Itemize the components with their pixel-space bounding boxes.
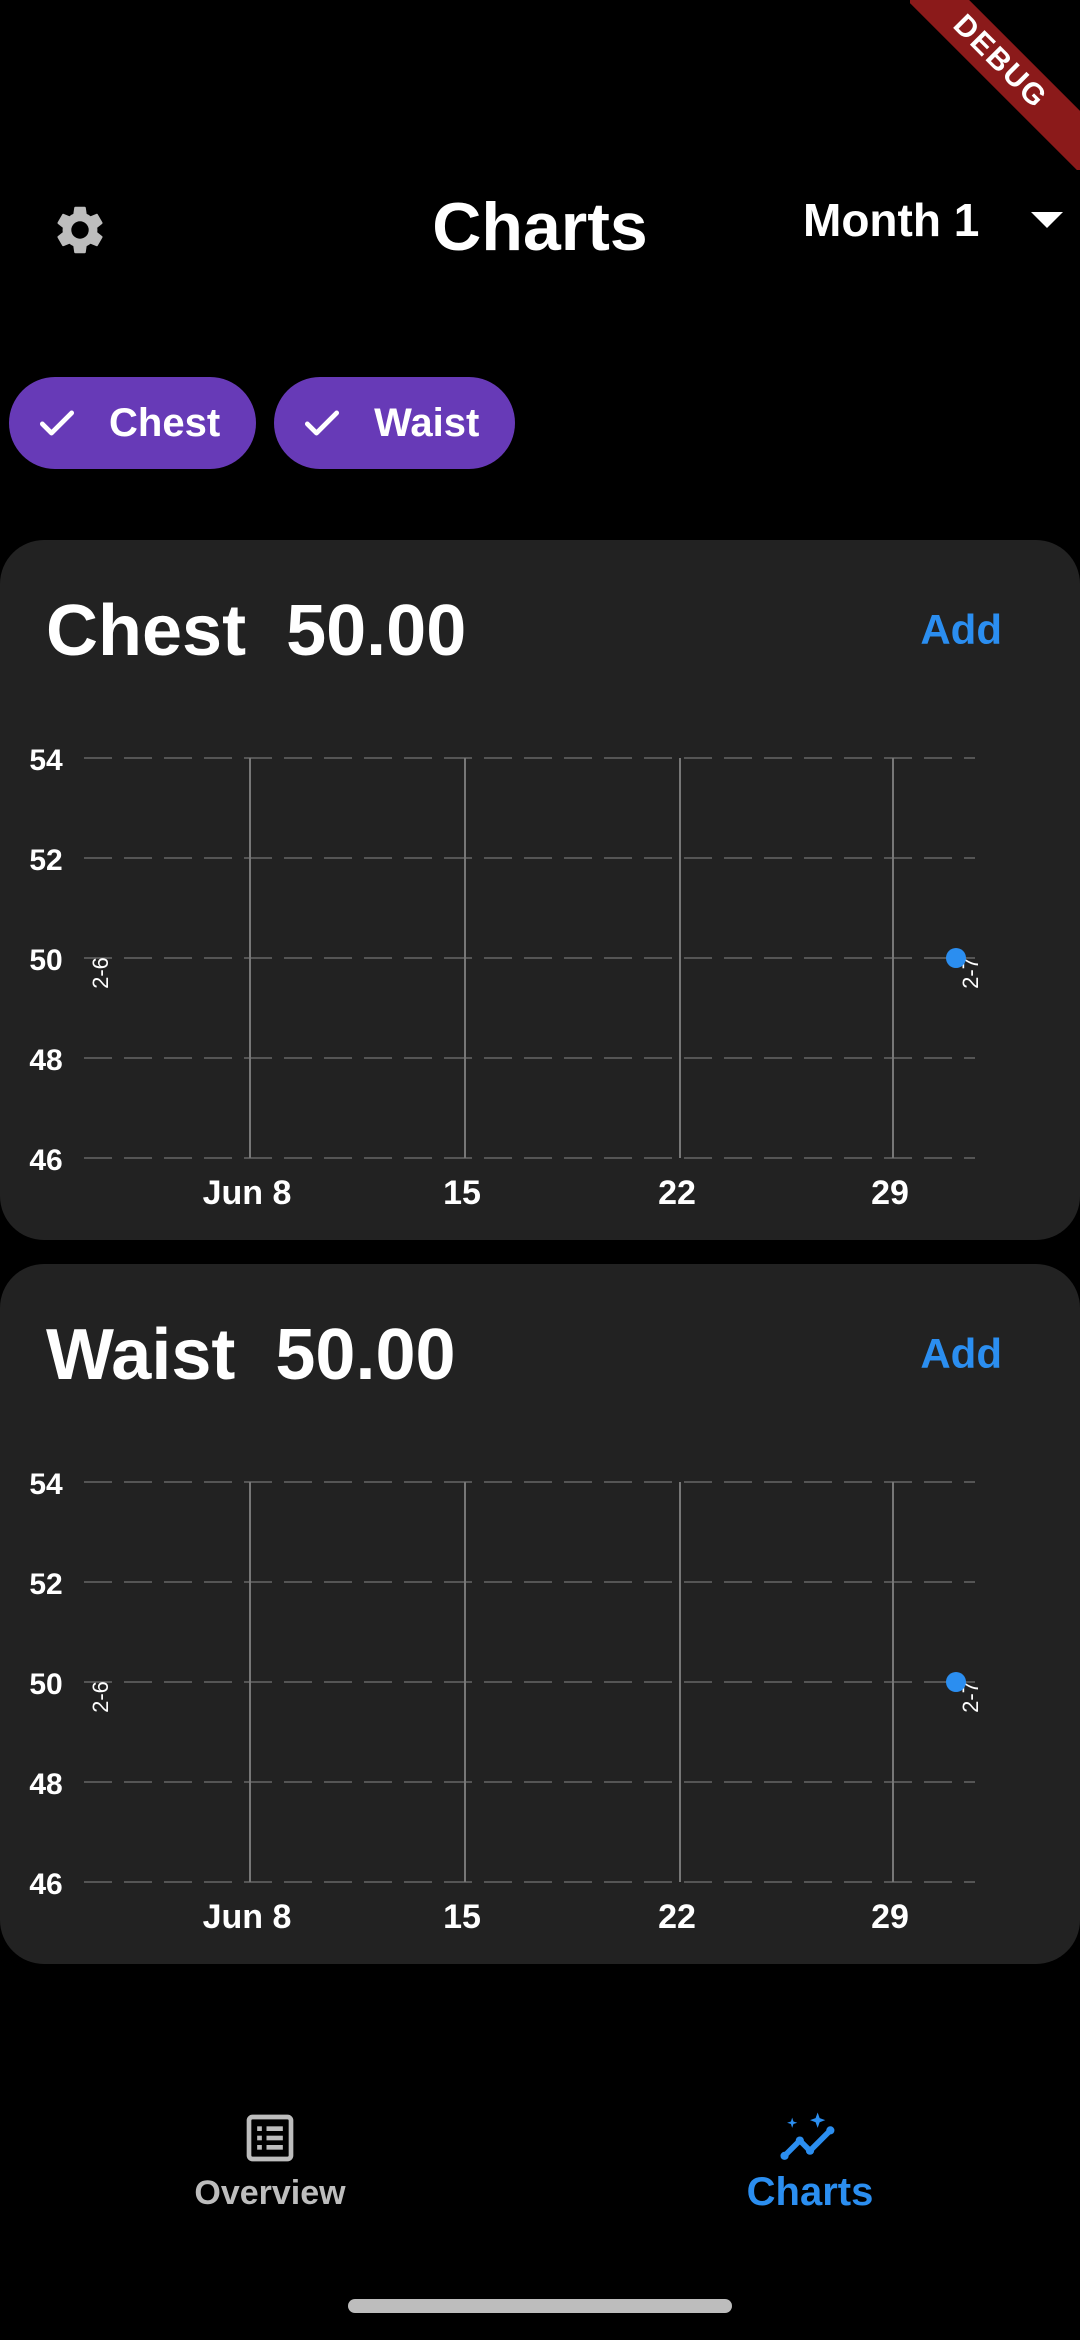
filter-chip-chest[interactable]: Chest — [9, 377, 257, 469]
nav-label-overview: Overview — [194, 2174, 346, 2212]
check-icon — [39, 410, 75, 436]
y-tick-label: 50 — [29, 1668, 62, 1701]
y-tick-label: 48 — [29, 1768, 62, 1801]
month-dropdown-value: Month 1 — [803, 194, 980, 246]
y-tick-label: 48 — [29, 1044, 62, 1077]
filter-chips: Chest Waist — [9, 377, 516, 469]
x-tick-label: 15 — [443, 1898, 481, 1936]
x-tick-label: Jun 8 — [203, 1174, 292, 1212]
y-tick-label: 50 — [29, 944, 62, 977]
data-point — [946, 1672, 966, 1692]
x-tick-label: 29 — [871, 1174, 909, 1212]
y-tick-label: 52 — [29, 1568, 62, 1601]
x-tick-label: Jun 8 — [203, 1898, 292, 1936]
caret-down-icon — [1031, 212, 1063, 228]
filter-chip-label: Waist — [374, 400, 480, 445]
list-icon — [246, 2114, 294, 2162]
debug-banner: DEBUG — [910, 0, 1080, 170]
bottom-navigation: Overview Charts — [0, 2090, 1080, 2270]
x-tick-label: 22 — [658, 1174, 696, 1212]
waist-chart: 5452504846Jun 8 15 22 292-6 2-7 — [29, 1468, 983, 1936]
chest-chart: 5452504846Jun 8 15 22 292-6 2-7 — [29, 744, 983, 1212]
filter-chip-label: Chest — [109, 400, 221, 445]
debug-banner-label: DEBUG — [910, 0, 1080, 170]
data-point — [946, 948, 966, 968]
y-tick-label: 46 — [29, 1144, 62, 1177]
home-indicator — [348, 2299, 732, 2313]
nav-item-charts[interactable]: Charts — [660, 2110, 960, 2215]
check-icon — [305, 410, 340, 436]
insights-icon — [780, 2112, 835, 2160]
chart-card-chest: Chest 50.00 Add 54 52 50 48 46 Jun 8 15 22 29 2-6… — [0, 540, 1080, 1240]
x-tick-label: 29 — [871, 1898, 909, 1936]
nav-label-charts: Charts — [746, 2170, 874, 2214]
range-label: 2-6 — [88, 957, 113, 989]
y-tick-label: 52 — [29, 844, 62, 877]
x-tick-label: 22 — [658, 1898, 696, 1936]
range-label: 2-6 — [88, 1681, 113, 1713]
filter-chip-waist[interactable]: Waist — [274, 377, 516, 469]
app-bar: Charts Month 1 — [0, 180, 1080, 270]
x-tick-label: 15 — [443, 1174, 481, 1212]
y-tick-label: 46 — [29, 1868, 62, 1901]
month-dropdown[interactable]: Month 1 — [803, 190, 1073, 250]
chart-card-waist: Waist 50.00 Add 54 52 50 48 46 Jun 8 15 22 29 2-6… — [0, 1264, 1080, 1964]
y-tick-label: 54 — [29, 744, 63, 777]
y-tick-label: 54 — [29, 1468, 63, 1501]
nav-item-overview[interactable]: Overview — [120, 2110, 420, 2213]
